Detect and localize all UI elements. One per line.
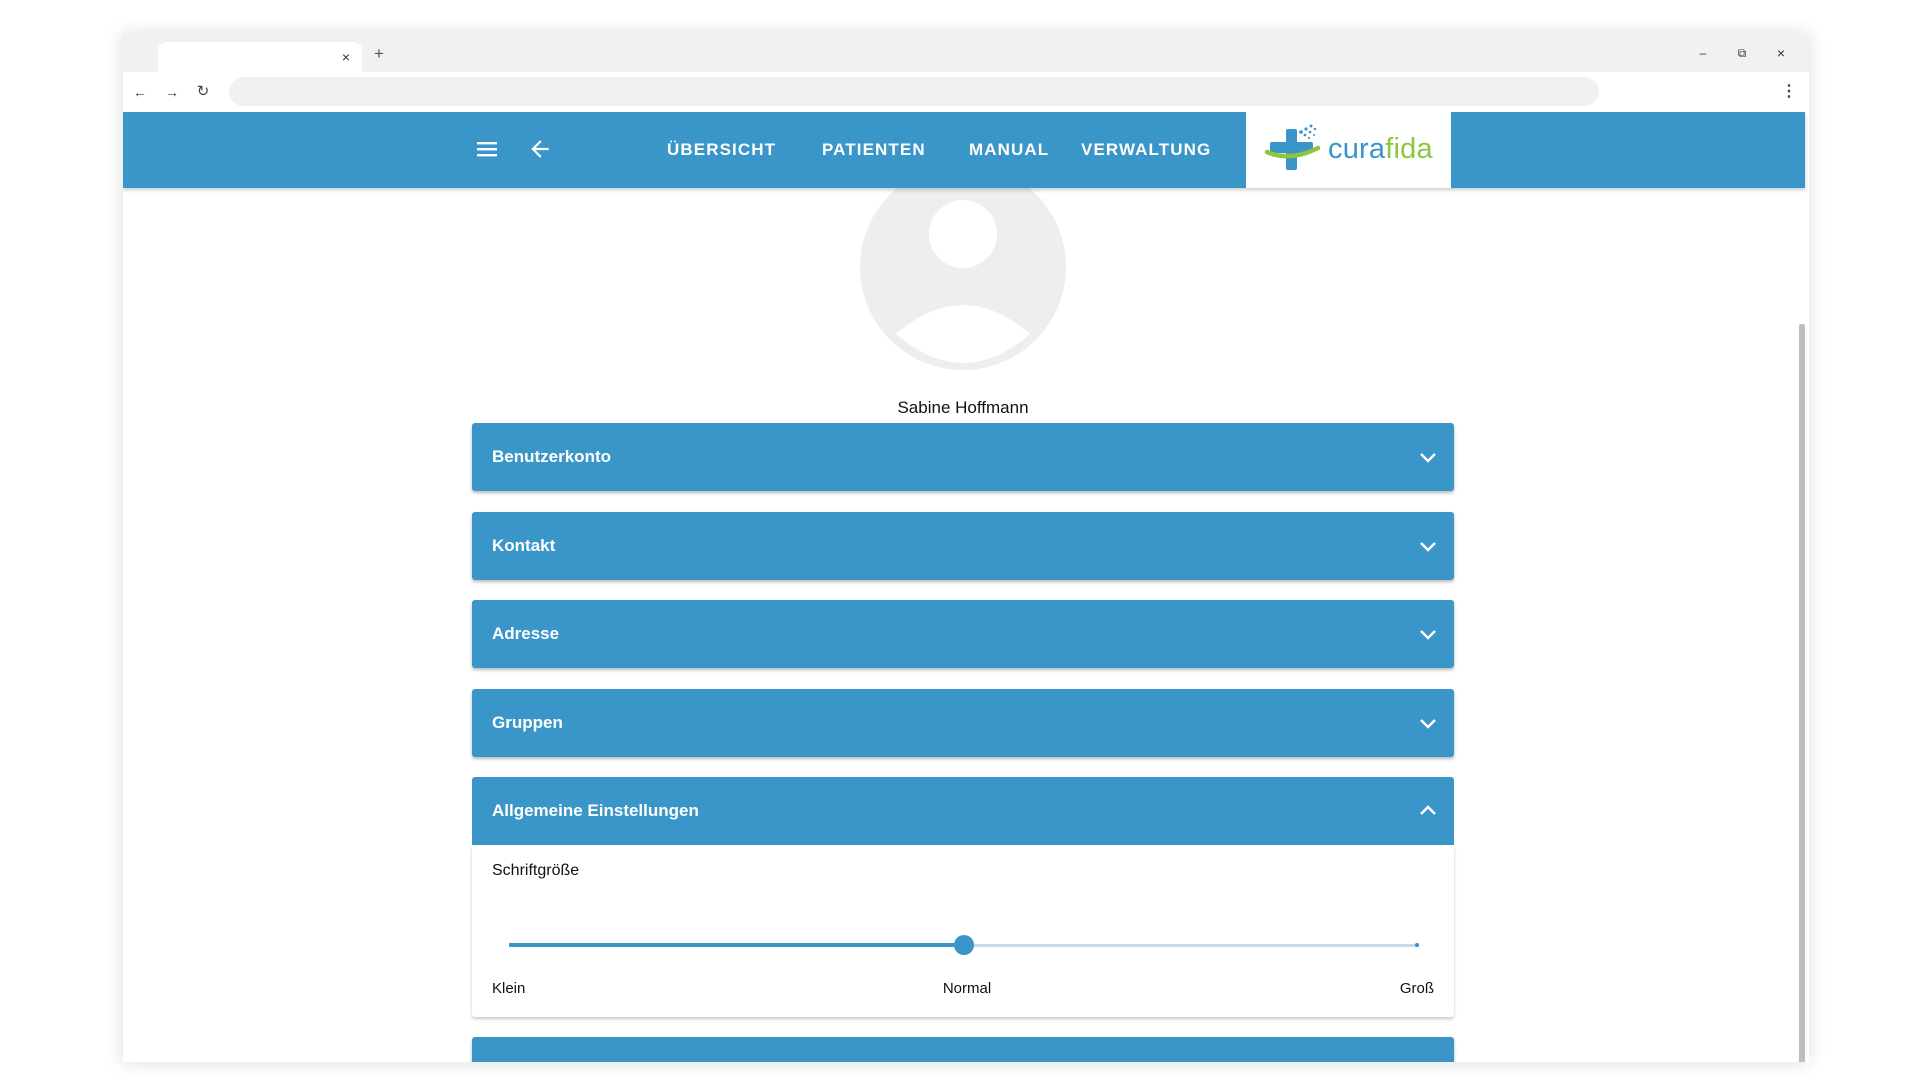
slider-mark-gross: Groß	[1399, 980, 1434, 997]
slider-mark-klein: Klein	[492, 980, 526, 997]
chevron-down-icon	[1420, 630, 1436, 640]
curafida-logo[interactable]: curafida	[1246, 112, 1451, 188]
chevron-down-icon	[1420, 719, 1436, 729]
hamburger-icon[interactable]	[475, 137, 499, 161]
page-viewport: ÜBERSICHT PATIENTEN MANUAL VERWALTUNG cu…	[123, 112, 1809, 1062]
logo-cross-icon	[1264, 124, 1320, 170]
settings-panel-body: Schriftgröße Klein Normal Groß	[472, 845, 1454, 1017]
page-scrollbar[interactable]	[1799, 324, 1805, 1062]
panel-adresse[interactable]: Adresse	[472, 600, 1454, 668]
panel-allgemeine-einstellungen[interactable]: Allgemeine Einstellungen	[472, 777, 1454, 845]
panel-title: Adresse	[492, 624, 560, 643]
browser-reload-button[interactable]: ↻	[191, 80, 215, 104]
arrow-back-icon[interactable]	[527, 136, 553, 162]
font-size-slider[interactable]	[509, 933, 1419, 957]
minimize-button[interactable]: –	[1686, 40, 1720, 66]
panel-kontakt[interactable]: Kontakt	[472, 512, 1454, 580]
tab-strip: × + – ⧉ ×	[123, 34, 1809, 72]
logo-wordmark-b: fida	[1385, 133, 1433, 165]
chevron-down-icon	[1420, 453, 1436, 463]
close-window-button[interactable]: ×	[1764, 40, 1798, 66]
chevron-up-icon	[1420, 805, 1436, 815]
panel-title: Allgemeine Einstellungen	[492, 801, 699, 820]
slider-track-fill	[509, 943, 964, 947]
avatar-placeholder-icon	[860, 164, 1066, 370]
nav-manual[interactable]: MANUAL	[969, 138, 1049, 162]
panel-gruppen[interactable]: Gruppen	[472, 689, 1454, 757]
new-tab-button[interactable]: +	[367, 42, 391, 66]
panel-title: Benutzerkonto	[492, 447, 611, 466]
browser-window: × + – ⧉ × ← → ↻ ⋮ ÜBERSICHT PATIENTEN MA…	[123, 34, 1809, 1062]
browser-toolbar: ← → ↻ ⋮	[123, 72, 1809, 112]
logo-wordmark-a: cura	[1328, 133, 1386, 165]
slider-thumb[interactable]	[954, 935, 974, 955]
tab-close-icon[interactable]: ×	[336, 47, 356, 67]
profile-name: Sabine Hoffmann	[897, 398, 1029, 417]
panel-benutzerkonto[interactable]: Benutzerkonto	[472, 423, 1454, 491]
restore-button[interactable]: ⧉	[1725, 40, 1759, 66]
browser-tab[interactable]: ×	[158, 42, 362, 72]
panel-title: Gruppen	[492, 713, 563, 732]
nav-verwaltung[interactable]: VERWALTUNG	[1081, 138, 1211, 162]
logo-wordmark: curafida	[1328, 132, 1433, 166]
chevron-down-icon	[1420, 542, 1436, 552]
font-size-label: Schriftgröße	[492, 862, 580, 879]
address-bar[interactable]	[229, 77, 1599, 106]
nav-patienten[interactable]: PATIENTEN	[822, 138, 926, 162]
panel-title: Kontakt	[492, 536, 556, 555]
slider-mark-normal: Normal	[942, 980, 992, 997]
nav-uebersicht[interactable]: ÜBERSICHT	[667, 138, 776, 162]
slider-end-tick	[1415, 943, 1419, 947]
browser-forward-button[interactable]: →	[160, 80, 184, 104]
browser-menu-icon[interactable]: ⋮	[1779, 80, 1799, 104]
browser-back-button[interactable]: ←	[128, 80, 152, 104]
panel-next[interactable]	[472, 1037, 1454, 1062]
app-header: ÜBERSICHT PATIENTEN MANUAL VERWALTUNG cu…	[123, 112, 1805, 188]
